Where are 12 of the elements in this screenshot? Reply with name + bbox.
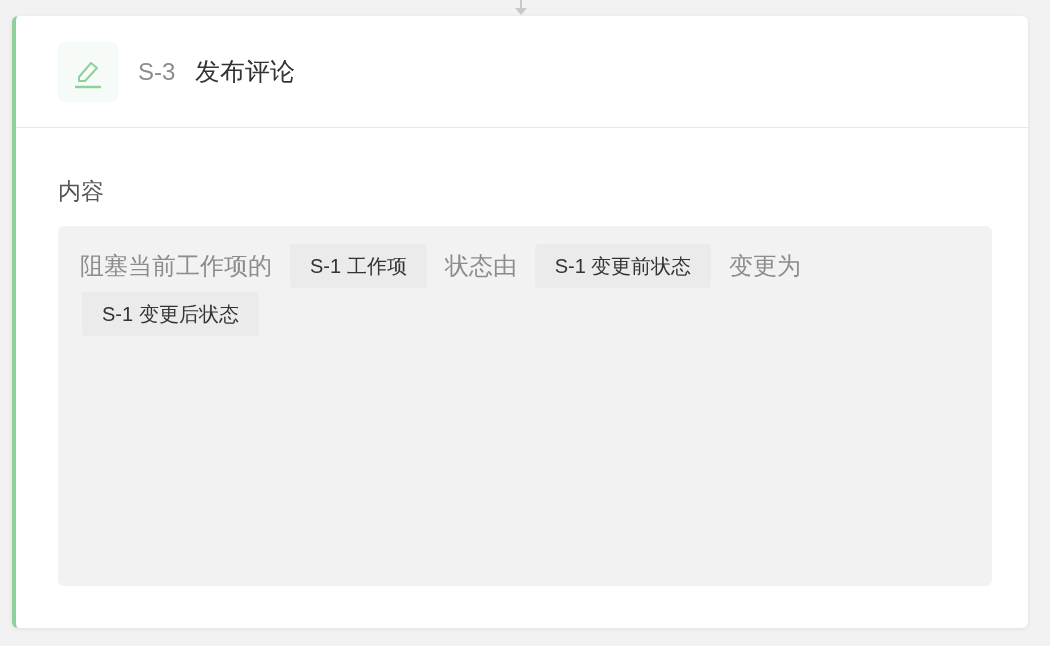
- content-text: 变更为: [729, 251, 802, 281]
- variable-tag: S-1 变更前状态: [534, 244, 712, 288]
- step-title: 发布评论: [195, 56, 296, 87]
- variable-tag: S-1 工作项: [290, 244, 427, 288]
- arrow-icon: [514, 0, 528, 16]
- field-label: 内容: [58, 177, 105, 206]
- content-text: 阻塞当前工作项的: [80, 251, 272, 281]
- content-text: 状态由: [444, 251, 517, 281]
- content-field[interactable]: 阻塞当前工作项的 S-1 工作项 状态由 S-1 变更前状态 变更为 S-1 变更后状态: [58, 226, 992, 586]
- variable-tag: S-1 变更后状态: [82, 292, 259, 336]
- step-code: S-3: [138, 57, 176, 86]
- edit-icon: [58, 41, 118, 102]
